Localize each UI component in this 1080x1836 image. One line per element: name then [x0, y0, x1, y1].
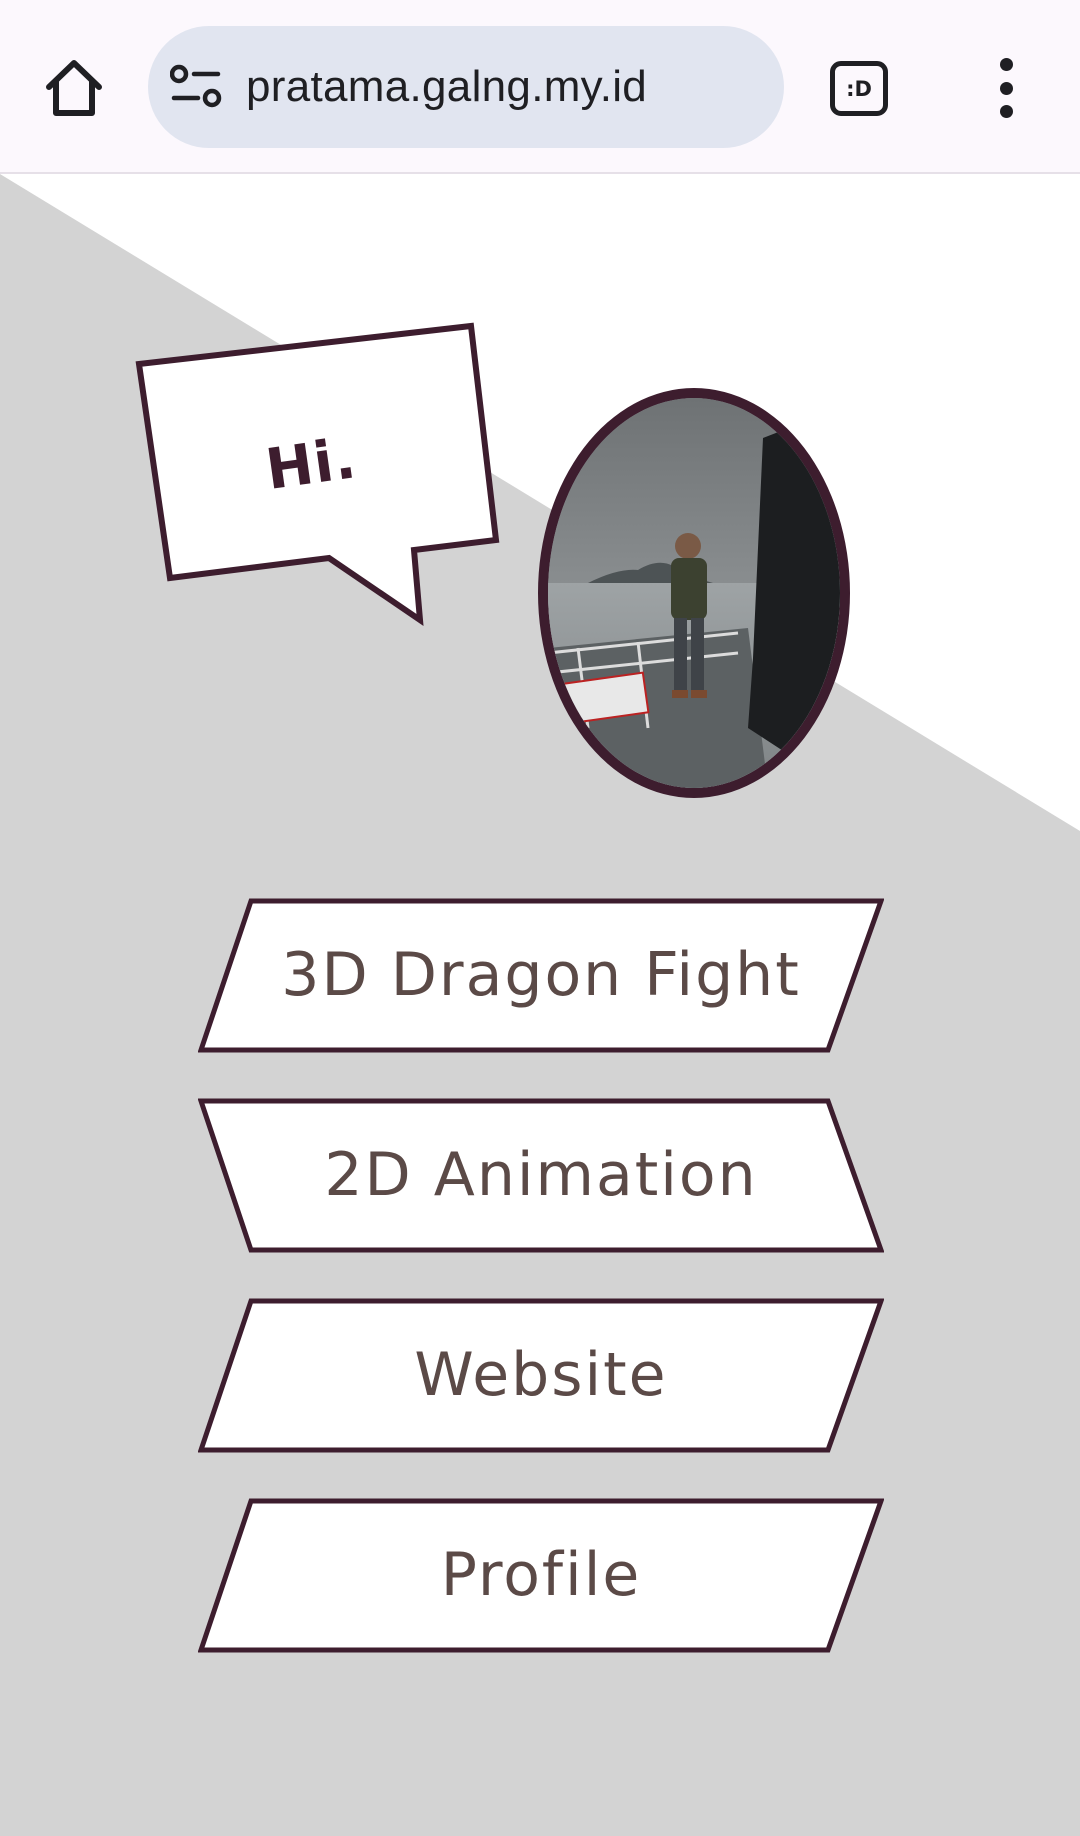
nav-button-website[interactable]: Website — [198, 1298, 884, 1453]
site-settings-icon[interactable] — [170, 62, 222, 112]
avatar[interactable] — [538, 388, 850, 798]
tab-switcher-label: :D — [846, 76, 872, 101]
browser-toolbar: pratama.galng.my.id :D — [0, 0, 1080, 174]
more-vert-icon — [999, 58, 1013, 71]
home-button[interactable] — [36, 48, 112, 128]
nav-button-label: 3D Dragon Fight — [281, 940, 801, 1010]
nav-button-label: Profile — [440, 1540, 642, 1610]
more-menu-button[interactable] — [985, 58, 1027, 118]
home-icon — [46, 60, 102, 116]
nav-button-label: Website — [414, 1340, 668, 1410]
address-bar[interactable]: pratama.galng.my.id — [148, 26, 784, 148]
tab-switcher-button[interactable]: :D — [830, 61, 888, 116]
avatar-photo — [548, 398, 840, 788]
nav-button-2d-animation[interactable]: 2D Animation — [198, 1098, 884, 1253]
nav-button-label: 2D Animation — [324, 1140, 758, 1210]
nav-button-3d-dragon-fight[interactable]: 3D Dragon Fight — [198, 898, 884, 1053]
nav-button-profile[interactable]: Profile — [198, 1498, 884, 1653]
page-content: Hi. 3D Dragon Fight 2D Animation Website… — [0, 174, 1080, 1836]
url-text[interactable]: pratama.galng.my.id — [246, 26, 647, 148]
